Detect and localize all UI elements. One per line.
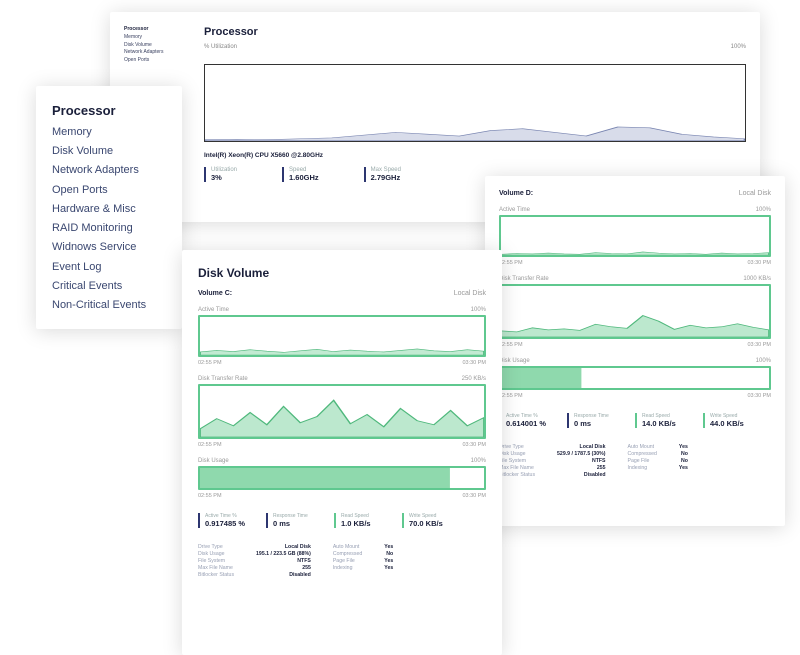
disk-d-panel: Volume D: Local Disk Active Time100% 02:… [485,176,785,526]
kpi-active-time-: Active Time %0.614001 % [499,413,549,428]
kpi-response-time: Response Time0 ms [266,513,316,528]
d-active-chart [499,215,771,257]
mini-nav-network-adapters[interactable]: Network Adapters [124,49,194,57]
c-kpis: Active Time %0.917485 % Response Time0 ms… [198,513,486,528]
mini-nav-open-ports[interactable]: Open Ports [124,57,194,65]
cpu-stat-utilization: Utilization3% [204,167,237,182]
sidebar-item-hardware-misc[interactable]: Hardware & Misc [52,200,166,219]
cpu-stat-speed: Speed1.60GHz [282,167,319,182]
d-kpis: Active Time %0.614001 % Response Time0 ms… [499,413,771,428]
c-active-chart [198,315,486,357]
main-sidebar-panel: ProcessorMemoryDisk VolumeNetwork Adapte… [36,86,182,329]
kpi-active-time-: Active Time %0.917485 % [198,513,248,528]
cpu-name: Intel(R) Xeon(R) CPU X5660 @2.80GHz [204,152,746,159]
kpi-response-time: Response Time0 ms [567,413,617,428]
vol-c-name: Volume C: [198,290,232,297]
kpi-read-speed: Read Speed1.0 KB/s [334,513,384,528]
sidebar-item-raid-monitoring[interactable]: RAID Monitoring [52,219,166,238]
kpi-write-speed: Write Speed70.0 KB/s [402,513,452,528]
vol-d-type: Local Disk [739,190,771,197]
mini-nav-disk-volume[interactable]: Disk Volume [124,42,194,50]
sidebar-item-memory[interactable]: Memory [52,123,166,142]
sidebar-item-processor[interactable]: Processor [52,100,166,123]
sidebar-item-event-log[interactable]: Event Log [52,258,166,277]
util-label: % Utilization [204,44,237,50]
cpu-stat-max-speed: Max Speed2.79GHz [364,167,401,182]
vol-d-name: Volume D: [499,190,533,197]
disk-c-panel: Disk Volume Volume C: Local Disk Active … [182,250,502,655]
sidebar-item-open-ports[interactable]: Open Ports [52,181,166,200]
sidebar-item-critical-events[interactable]: Critical Events [52,277,166,296]
disk-volume-title: Disk Volume [198,266,486,280]
processor-title: Processor [204,26,746,38]
kpi-read-speed: Read Speed14.0 KB/s [635,413,685,428]
sidebar-item-disk-volume[interactable]: Disk Volume [52,142,166,161]
cpu-chart [204,64,746,142]
sidebar-item-non-critical-events[interactable]: Non-Critical Events [52,296,166,315]
util-max: 100% [731,44,746,50]
mini-nav-memory[interactable]: Memory [124,34,194,42]
sidebar-item-network-adapters[interactable]: Network Adapters [52,161,166,180]
kpi-write-speed: Write Speed44.0 KB/s [703,413,753,428]
vol-c-type: Local Disk [454,290,486,297]
d-usage-chart [499,366,771,390]
c-usage-chart [198,466,486,490]
c-transfer-chart [198,384,486,439]
sidebar-item-widnows-service[interactable]: Widnows Service [52,238,166,257]
mini-nav-processor[interactable]: Processor [124,26,194,34]
d-transfer-chart [499,284,771,339]
d-details: Drive TypeDisk UsageFile SystemMax File … [499,444,771,478]
c-details: Drive TypeDisk UsageFile SystemMax File … [198,544,486,578]
